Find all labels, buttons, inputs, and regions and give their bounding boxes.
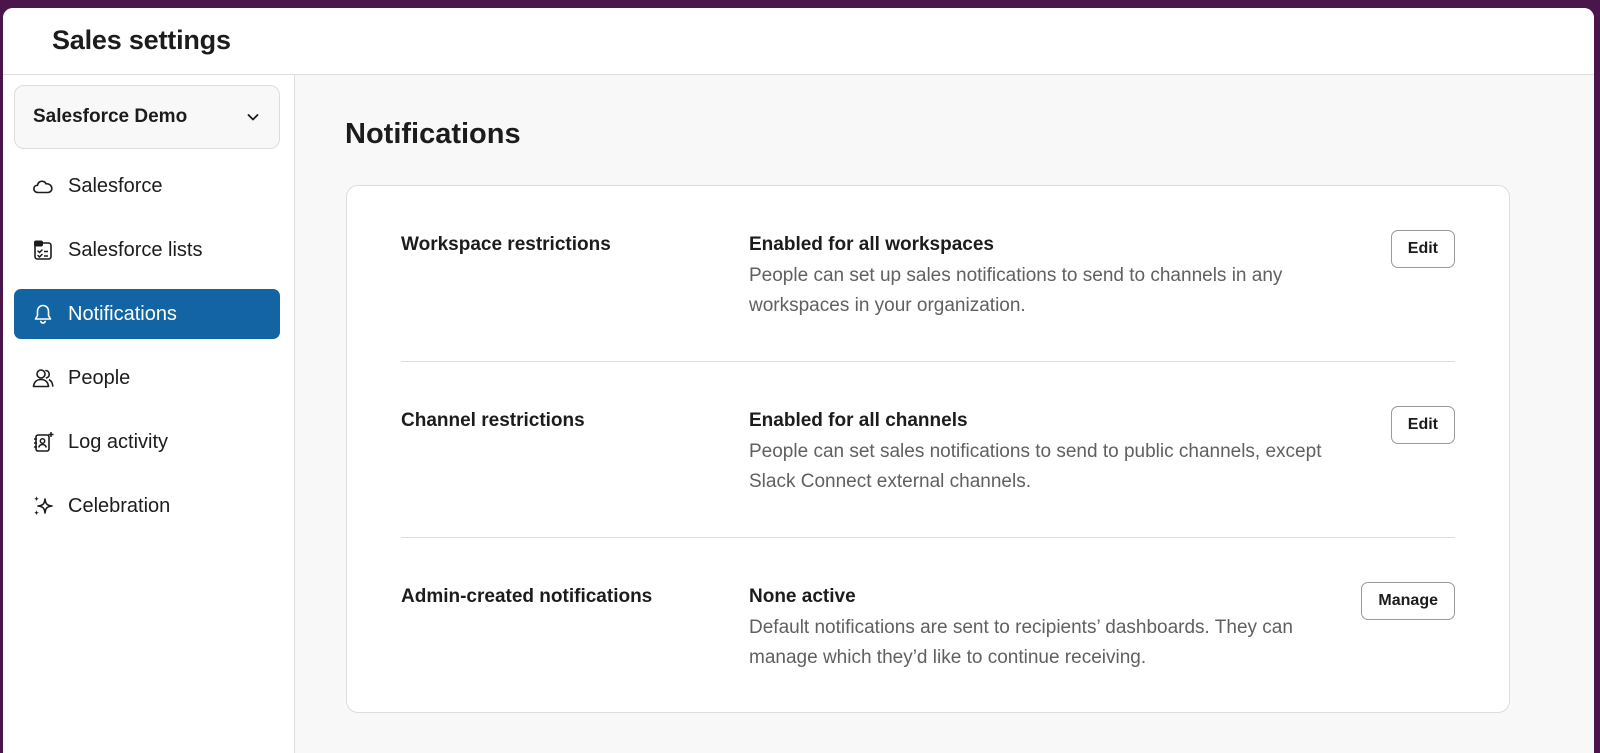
list-check-icon — [30, 237, 56, 263]
app-window: Sales settings Salesforce Demo Salesforc… — [3, 8, 1594, 753]
sidebar-item-label: Celebration — [68, 494, 171, 517]
people-icon — [30, 365, 56, 391]
edit-channel-restrictions-button[interactable]: Edit — [1390, 406, 1455, 444]
sidebar-item-log-activity[interactable]: Log activity — [14, 417, 280, 467]
edit-workspace-restrictions-button[interactable]: Edit — [1390, 230, 1455, 268]
row-label: Workspace restrictions — [401, 234, 611, 255]
page-title: Notifications — [345, 118, 521, 150]
chevron-down-icon — [247, 114, 259, 121]
row-description: Default notifications are sent to recipi… — [749, 617, 1293, 668]
header: Sales settings — [3, 8, 1594, 75]
sidebar-item-label: Salesforce — [68, 174, 163, 197]
sidebar-item-label: Log activity — [68, 430, 169, 453]
row-status: Enabled for all channels — [749, 410, 968, 431]
bell-icon — [30, 301, 56, 327]
main-content: Notifications Workspace restrictions Ena… — [295, 75, 1594, 753]
sidebar-nav: Salesforce Salesforce lists Notification… — [14, 161, 280, 545]
row-status: Enabled for all workspaces — [749, 234, 994, 255]
sidebar-item-people[interactable]: People — [14, 353, 280, 403]
notifications-settings-card: Workspace restrictions Enabled for all w… — [346, 185, 1510, 713]
page-header-title: Sales settings — [52, 25, 231, 55]
contact-add-icon — [30, 429, 56, 455]
row-description: People can set up sales notifications to… — [749, 265, 1283, 316]
sidebar-item-label: Salesforce lists — [68, 238, 203, 261]
settings-row-channel-restrictions: Channel restrictions Enabled for all cha… — [401, 362, 1455, 538]
sidebar-item-label: Notifications — [68, 302, 177, 325]
sidebar-item-celebration[interactable]: Celebration — [14, 481, 280, 531]
sidebar-item-notifications[interactable]: Notifications — [14, 289, 280, 339]
workspace-select[interactable]: Salesforce Demo — [14, 85, 280, 149]
sparkles-icon — [30, 493, 56, 519]
row-description: People can set sales notifications to se… — [749, 441, 1322, 492]
row-label: Channel restrictions — [401, 410, 585, 431]
sidebar-item-salesforce-lists[interactable]: Salesforce lists — [14, 225, 280, 275]
row-label: Admin-created notifications — [401, 586, 653, 607]
manage-notifications-button[interactable]: Manage — [1361, 582, 1455, 620]
sidebar-item-salesforce[interactable]: Salesforce — [14, 161, 280, 211]
settings-row-workspace-restrictions: Workspace restrictions Enabled for all w… — [401, 186, 1455, 362]
sidebar-item-label: People — [68, 366, 131, 389]
settings-row-admin-created-notifications: Admin-created notifications None active … — [401, 538, 1455, 714]
cloud-icon — [30, 173, 56, 199]
workspace-select-label: Salesforce Demo — [33, 106, 188, 127]
sidebar: Salesforce Demo Salesforce Salesforce li… — [3, 75, 295, 753]
row-status: None active — [749, 586, 856, 607]
